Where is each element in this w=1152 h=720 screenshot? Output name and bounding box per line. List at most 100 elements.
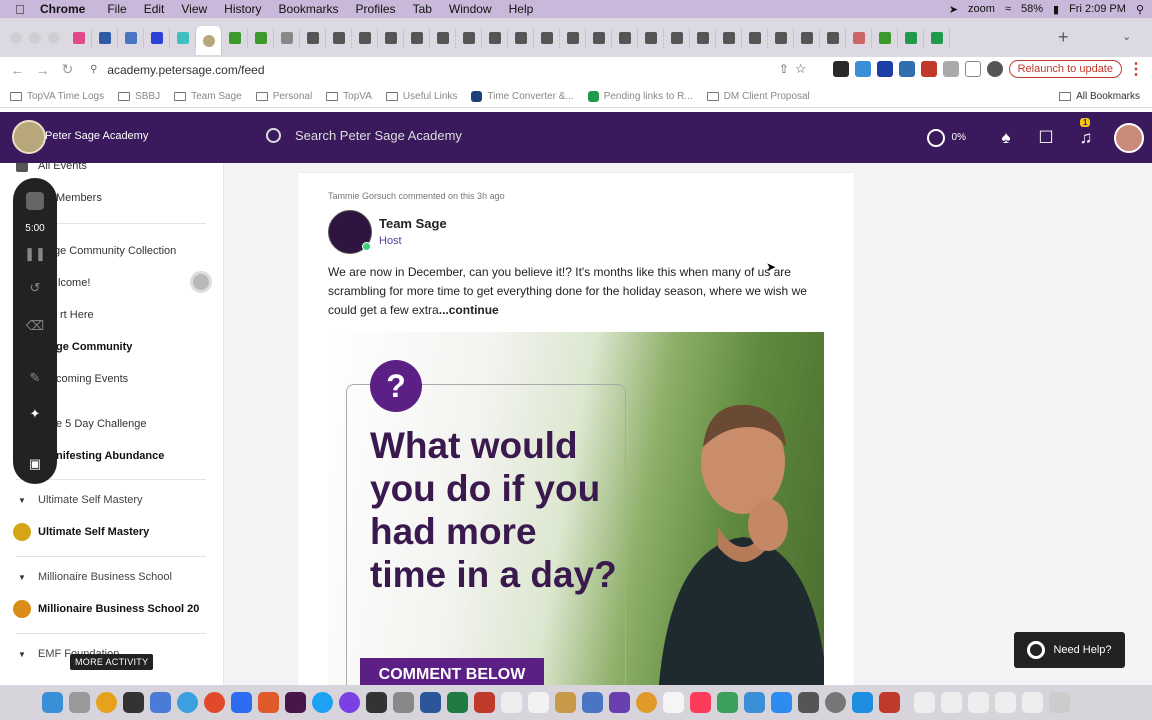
location-icon[interactable]: ➤: [949, 3, 958, 16]
slack-icon[interactable]: [285, 692, 306, 713]
sidebar-item-start-here[interactable]: rt Here: [60, 309, 94, 321]
tab[interactable]: [352, 28, 378, 48]
menu-history[interactable]: History: [224, 2, 261, 16]
bookmark-folder[interactable]: TopVA Time Logs: [10, 91, 104, 102]
tab[interactable]: [430, 28, 456, 48]
tab[interactable]: [378, 28, 404, 48]
system-preferences-icon[interactable]: [825, 692, 846, 713]
tab[interactable]: [820, 28, 846, 48]
tab[interactable]: [508, 28, 534, 48]
app-icon[interactable]: [798, 692, 819, 713]
tab[interactable]: [326, 28, 352, 48]
document-icon[interactable]: [941, 692, 962, 713]
site-info-icon[interactable]: ⚲: [90, 64, 97, 75]
keynote-icon[interactable]: [744, 692, 765, 713]
tab[interactable]: [716, 28, 742, 48]
app-icon[interactable]: [609, 692, 630, 713]
menu-window[interactable]: Window: [449, 2, 492, 16]
forward-button[interactable]: →: [30, 62, 55, 78]
app-icon[interactable]: [555, 692, 576, 713]
pencil-icon[interactable]: ✎: [13, 370, 57, 386]
zoom-label[interactable]: zoom: [968, 3, 995, 15]
clock[interactable]: Fri 2:09 PM: [1069, 3, 1126, 15]
launchpad-icon[interactable]: [150, 692, 171, 713]
sidebar-item-upcoming-events[interactable]: coming Events: [56, 373, 128, 385]
stop-recording-button[interactable]: [26, 192, 44, 210]
extension-icon[interactable]: [876, 61, 893, 77]
puzzle-icon[interactable]: [942, 61, 959, 77]
reload-button[interactable]: ↻: [55, 61, 80, 78]
trash-bin-icon[interactable]: [1049, 692, 1070, 713]
sidebar-item-community-collection[interactable]: ge Community Collection: [54, 245, 176, 257]
tab[interactable]: [898, 28, 924, 48]
kebab-menu-icon[interactable]: ⋮: [1128, 59, 1144, 79]
sidebar-section-millionaire-business-school[interactable]: Millionaire Business School: [38, 571, 172, 583]
document-icon[interactable]: [1022, 692, 1043, 713]
menu-file[interactable]: File: [107, 2, 126, 16]
calendar-app-icon[interactable]: [663, 692, 684, 713]
search-placeholder[interactable]: Search Peter Sage Academy: [295, 128, 462, 143]
tab[interactable]: [170, 28, 196, 48]
app-icon[interactable]: [474, 692, 495, 713]
app-icon[interactable]: [852, 692, 873, 713]
notes-icon[interactable]: [501, 692, 522, 713]
extension-icon[interactable]: [898, 61, 915, 77]
bookmark-folder[interactable]: DM Client Proposal: [706, 91, 810, 102]
wifi-icon[interactable]: ≈: [1005, 3, 1011, 15]
document-icon[interactable]: [968, 692, 989, 713]
tab[interactable]: [248, 28, 274, 48]
app-store-icon[interactable]: [771, 692, 792, 713]
apple-icon[interactable]: : [0, 2, 40, 17]
tab[interactable]: [118, 28, 144, 48]
all-bookmarks-button[interactable]: All Bookmarks: [1059, 91, 1140, 102]
finder-icon[interactable]: [42, 692, 63, 713]
tab[interactable]: [638, 28, 664, 48]
tab[interactable]: [300, 28, 326, 48]
sidebar-section-ultimate-self-mastery[interactable]: Ultimate Self Mastery: [38, 494, 143, 506]
caret-down-icon[interactable]: ▼: [18, 650, 26, 659]
tab[interactable]: [482, 28, 508, 48]
post-author-name[interactable]: Team Sage: [379, 216, 447, 231]
app-icon[interactable]: [96, 692, 117, 713]
tab[interactable]: [742, 28, 768, 48]
word-icon[interactable]: [420, 692, 441, 713]
tab[interactable]: [846, 28, 872, 48]
spotlight-icon[interactable]: ⚲: [1136, 3, 1144, 16]
sidebar-item-manifesting-abundance[interactable]: nifesting Abundance: [56, 450, 164, 462]
close-window-button[interactable]: [10, 32, 22, 44]
app-icon[interactable]: [528, 692, 549, 713]
app-icon[interactable]: [366, 692, 387, 713]
extension-icon[interactable]: [832, 61, 849, 77]
caret-down-icon[interactable]: ▼: [18, 496, 26, 505]
sidebar-item-members[interactable]: Members: [56, 192, 102, 204]
battery-percent[interactable]: 58%: [1021, 3, 1043, 15]
excel-icon[interactable]: [447, 692, 468, 713]
academy-logo[interactable]: [12, 120, 46, 154]
tab[interactable]: [66, 28, 92, 48]
site-name[interactable]: Peter Sage Academy: [45, 130, 148, 142]
profile-avatar-icon[interactable]: [986, 61, 1003, 77]
site-search[interactable]: Search Peter Sage Academy: [266, 128, 462, 143]
back-button[interactable]: ←: [5, 62, 30, 78]
trash-icon[interactable]: ⌫: [13, 318, 57, 334]
chrome-icon[interactable]: [204, 692, 225, 713]
tab[interactable]: [664, 28, 690, 48]
app-icon[interactable]: [393, 692, 414, 713]
extension-icon[interactable]: [854, 61, 871, 77]
tab-search-chevron-icon[interactable]: ⌄: [1122, 30, 1131, 43]
sidebar-item-5-day-challenge[interactable]: e 5 Day Challenge: [56, 418, 147, 430]
bookmark-folder[interactable]: Team Sage: [174, 91, 242, 102]
add-friend-icon[interactable]: ♠: [994, 126, 1018, 150]
effects-icon[interactable]: ✦: [13, 406, 57, 422]
tab[interactable]: [768, 28, 794, 48]
menu-app-name[interactable]: Chrome: [40, 2, 85, 16]
app-icon[interactable]: [123, 692, 144, 713]
need-help-button[interactable]: Need Help?: [1014, 632, 1125, 668]
sidebar-item-community[interactable]: ge Community: [56, 341, 132, 353]
menu-help[interactable]: Help: [509, 2, 534, 16]
skype-icon[interactable]: [312, 692, 333, 713]
tab-active[interactable]: [196, 26, 222, 55]
url-text[interactable]: academy.petersage.com/feed: [107, 63, 264, 77]
tab[interactable]: [534, 28, 560, 48]
maximize-window-button[interactable]: [48, 32, 60, 44]
